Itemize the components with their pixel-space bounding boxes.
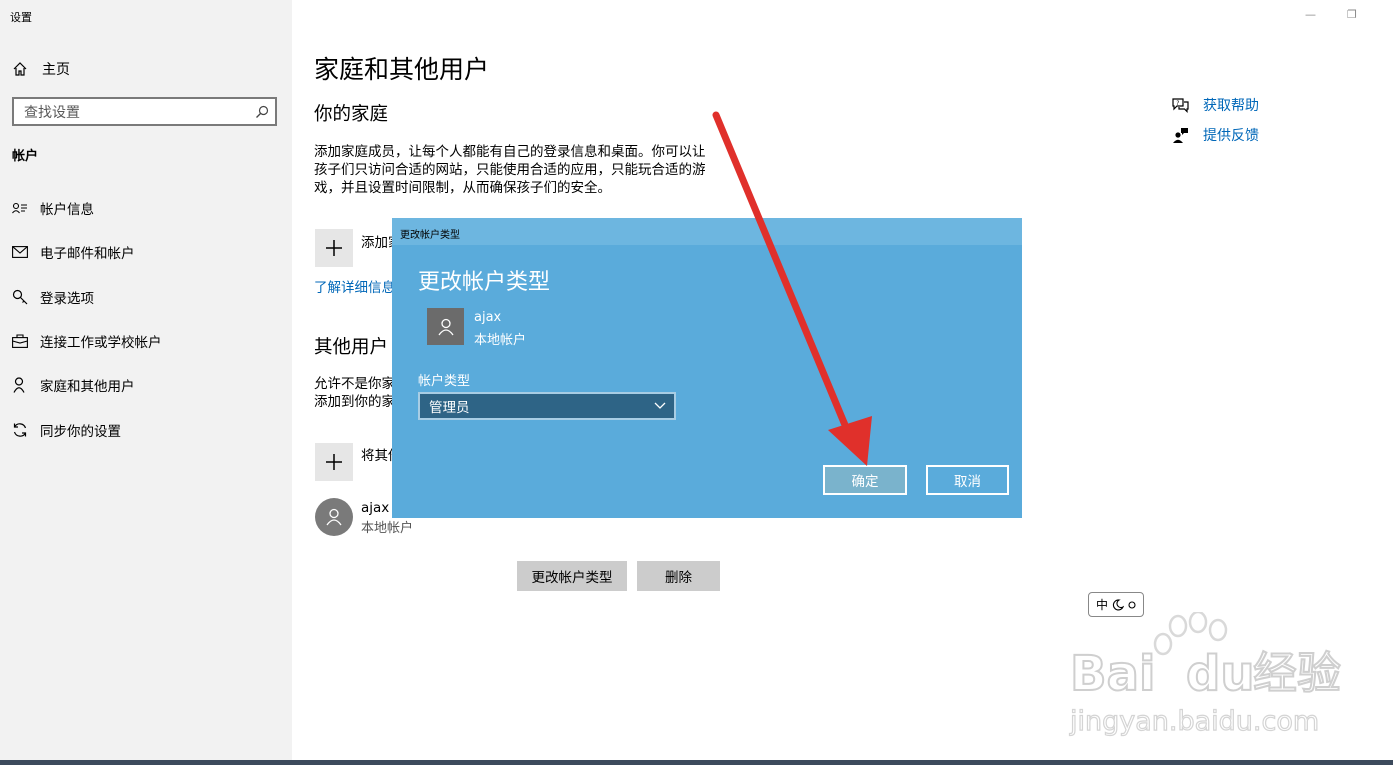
account-type-label: 帐户类型 — [418, 374, 471, 389]
svg-text:?: ? — [1176, 100, 1179, 107]
svg-text:Bai: Bai — [1070, 646, 1155, 702]
user-name: ajax — [361, 500, 390, 516]
user-icon — [326, 508, 342, 526]
person-icon — [12, 377, 28, 393]
ime-lang: 中 — [1095, 598, 1108, 612]
add-family-button[interactable] — [315, 229, 353, 267]
feedback-label: 提供反馈 — [1203, 128, 1259, 144]
family-description-line: 孩子们只访问合适的网站，只能使用合适的应用，只能玩合适的游 — [314, 162, 706, 178]
sidebar-item-label: 帐户信息 — [40, 202, 94, 218]
sidebar-item-email[interactable]: 电子邮件和帐户 — [12, 240, 282, 264]
cancel-button[interactable]: 取消 — [926, 465, 1009, 495]
dialog-heading: 更改帐户类型 — [418, 270, 551, 295]
dialog-titlebar: 更改帐户类型 — [392, 218, 1022, 245]
account-type-value: 管理员 — [429, 400, 470, 416]
restore-button[interactable]: ❐ — [1347, 8, 1357, 21]
plus-icon — [326, 240, 342, 256]
svg-text:jingyan.baidu.com: jingyan.baidu.com — [1069, 706, 1319, 737]
home-link[interactable]: 主页 — [12, 58, 70, 80]
family-description: 添加家庭成员，让每个人都能有自己的登录信息和桌面。你可以让 孩子们只访问合适的网… — [314, 143, 706, 197]
family-description-line: 添加家庭成员，让每个人都能有自己的登录信息和桌面。你可以让 — [314, 144, 706, 160]
family-heading: 你的家庭 — [314, 104, 389, 125]
chevron-down-icon — [654, 402, 666, 409]
sidebar: 设置 主页 查找设置 帐户 帐户信息 电子邮件和帐户 登录选项 连接工作或学校帐… — [0, 0, 292, 765]
delete-button[interactable]: 删除 — [637, 561, 720, 591]
feedback-link[interactable]: 提供反馈 — [1172, 125, 1259, 145]
sidebar-item-work-school[interactable]: 连接工作或学校帐户 — [12, 329, 282, 353]
family-description-line: 戏，并且设置时间限制，从而确保孩子们的安全。 — [314, 180, 611, 196]
home-icon — [13, 62, 27, 76]
sidebar-item-label: 登录选项 — [40, 291, 94, 307]
ok-button[interactable]: 确定 — [823, 465, 907, 495]
sidebar-item-label: 同步你的设置 — [40, 424, 121, 440]
app-title: 设置 — [10, 11, 32, 24]
taskbar-edge — [0, 760, 1393, 765]
sync-icon — [12, 422, 28, 438]
briefcase-icon — [12, 333, 28, 349]
sidebar-item-label: 连接工作或学校帐户 — [40, 335, 162, 351]
minimize-button[interactable]: — — [1305, 8, 1316, 21]
svg-text:经验: 经验 — [1253, 648, 1341, 699]
user-icon — [437, 318, 454, 335]
dialog-user-type: 本地帐户 — [474, 333, 527, 348]
search-placeholder: 查找设置 — [24, 104, 80, 121]
search-icon[interactable] — [255, 105, 269, 119]
learn-more-link[interactable]: 了解详细信息 — [314, 276, 395, 296]
svg-text:du: du — [1186, 646, 1255, 702]
change-account-type-button[interactable]: 更改帐户类型 — [517, 561, 627, 591]
change-account-type-dialog: 更改帐户类型 更改帐户类型 ajax 本地帐户 帐户类型 管理员 确定 取消 — [392, 218, 1022, 518]
sidebar-item-label: 家庭和其他用户 — [40, 379, 135, 395]
search-input[interactable]: 查找设置 — [12, 97, 277, 126]
home-label: 主页 — [42, 62, 70, 78]
account-info-icon — [12, 200, 28, 216]
plus-icon — [326, 454, 342, 470]
moon-icon — [1112, 598, 1124, 611]
key-icon — [12, 289, 28, 305]
get-help-label: 获取帮助 — [1203, 98, 1259, 114]
user-type: 本地帐户 — [361, 521, 414, 536]
add-other-user-button[interactable] — [315, 443, 353, 481]
page-title: 家庭和其他用户 — [314, 55, 490, 84]
other-users-description-line: 添加到你的家 — [314, 394, 395, 410]
help-chat-icon: ? — [1172, 98, 1189, 113]
other-users-description: 允许不是你家 添加到你的家 — [314, 375, 395, 411]
other-users-heading: 其他用户 — [314, 337, 389, 358]
sidebar-item-family[interactable]: 家庭和其他用户 — [12, 373, 282, 397]
dialog-avatar — [427, 308, 464, 345]
dot-icon — [1128, 600, 1136, 609]
dialog-user-name: ajax — [474, 310, 502, 325]
sidebar-item-label: 电子邮件和帐户 — [40, 246, 135, 262]
mail-icon — [12, 244, 28, 260]
baidu-watermark: Bai du 经验 jingyan.baidu.com — [1068, 610, 1368, 742]
other-users-description-line: 允许不是你家 — [314, 376, 395, 392]
avatar[interactable] — [315, 498, 353, 536]
sidebar-item-account-info[interactable]: 帐户信息 — [12, 196, 282, 220]
sidebar-item-sync[interactable]: 同步你的设置 — [12, 418, 282, 442]
feedback-icon — [1173, 128, 1188, 143]
account-type-select[interactable]: 管理员 — [418, 392, 676, 420]
sidebar-item-sign-in[interactable]: 登录选项 — [12, 285, 282, 309]
get-help-link[interactable]: ? 获取帮助 — [1172, 95, 1259, 115]
section-title: 帐户 — [12, 149, 39, 164]
